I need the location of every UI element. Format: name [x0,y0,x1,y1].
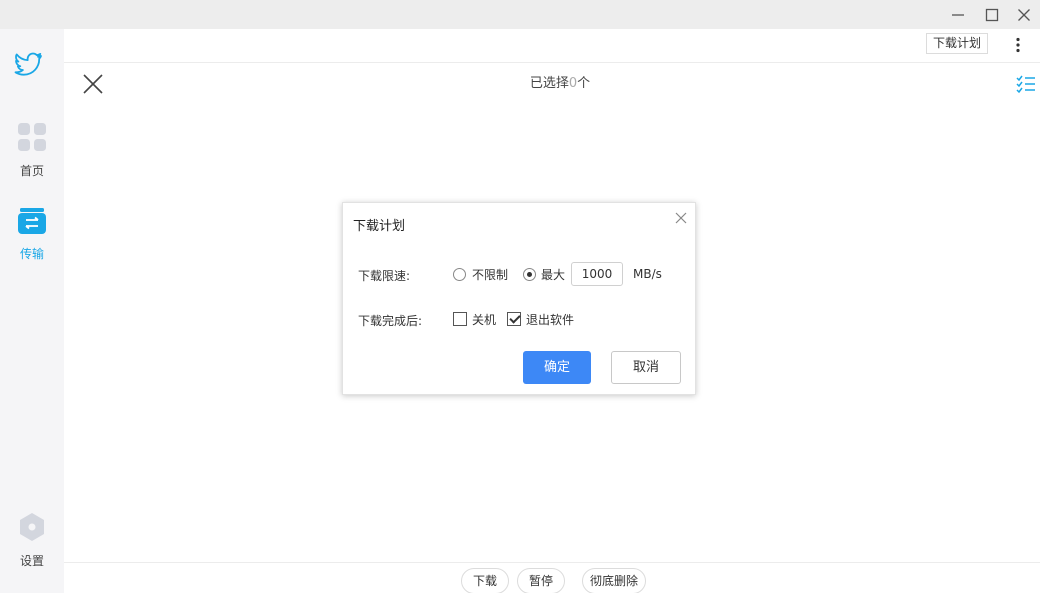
close-icon[interactable] [1006,0,1040,29]
sidebar-item-settings[interactable]: 设置 [0,512,64,569]
download-plan-dialog: 下载计划 下载限速: 不限制 最大 MB/s 下载完成后: 关机 退出软件 确定… [342,202,696,395]
radio-max[interactable] [523,268,536,281]
dialog-close-icon[interactable] [673,210,689,226]
confirm-button[interactable]: 确定 [523,351,591,384]
shutdown-checkbox-label: 关机 [472,313,497,327]
select-all-checklist-icon[interactable] [1016,74,1036,94]
maximize-icon[interactable] [974,0,1010,29]
sidebar: 首页 传输 设置 [0,29,64,593]
speed-limit-input[interactable] [571,262,623,286]
download-button[interactable]: 下载 [461,568,509,593]
sidebar-item-transfer[interactable]: 传输 [0,207,64,262]
grid-icon [17,122,47,156]
title-bar [0,0,1040,29]
sidebar-item-label: 设置 [19,554,44,568]
cancel-button[interactable]: 取消 [611,351,681,384]
speed-limit-label: 下载限速: [358,269,411,283]
selection-count-text: 已选择0个 [480,72,640,91]
top-bar: 下载计划 [64,29,1040,63]
sidebar-item-label: 传输 [19,247,44,261]
selection-count: 0 [568,76,578,91]
radio-max-label: 最大 [541,268,566,282]
exit-selection-close-icon[interactable] [80,71,106,97]
exit-app-checkbox[interactable] [507,312,521,326]
dialog-title: 下载计划 [353,219,406,234]
radio-unlimited[interactable] [453,268,466,281]
sidebar-item-label: 首页 [19,164,44,178]
pause-button[interactable]: 暂停 [517,568,565,593]
shutdown-checkbox[interactable] [453,312,467,326]
sidebar-item-home[interactable]: 首页 [0,122,64,179]
delete-permanently-button[interactable]: 彻底删除 [582,568,646,593]
download-plan-button[interactable]: 下载计划 [926,33,989,54]
after-download-label: 下载完成后: [358,314,423,328]
speed-unit-label: MB/s [633,267,662,281]
transfer-icon [17,207,47,239]
bird-logo-icon [14,49,44,79]
more-vertical-icon[interactable] [1008,35,1028,55]
minimize-icon[interactable] [940,0,976,29]
exit-app-checkbox-label: 退出软件 [526,313,575,327]
bottom-action-bar: 下载 暂停 彻底删除 [64,562,1040,593]
selection-suffix: 个 [577,76,591,91]
radio-unlimited-label: 不限制 [472,268,509,282]
selection-prefix: 已选择 [529,76,569,91]
gear-icon [17,512,47,546]
